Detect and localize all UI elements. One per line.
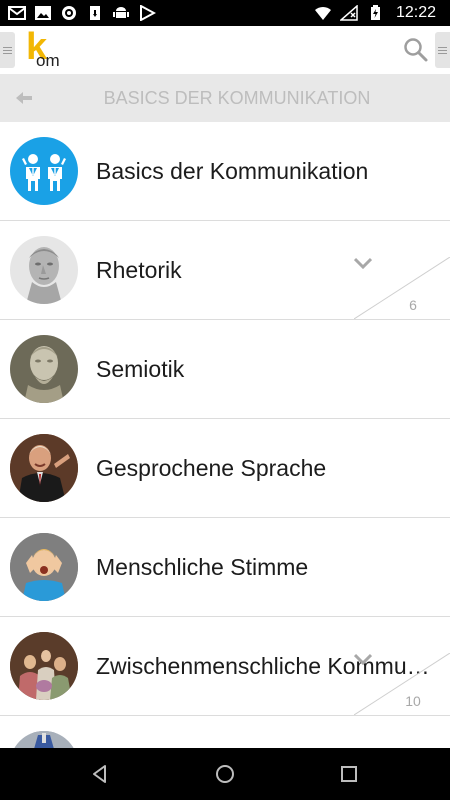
list-item[interactable]: Gesprochene Sprache xyxy=(0,419,450,518)
sub-items-expander[interactable]: 6 xyxy=(354,257,450,319)
topic-list: Basics der Kommunikation Rhetorik 6 Semi… xyxy=(0,122,450,748)
sync-icon xyxy=(62,6,76,20)
list-item-label: Menschliche Stimme xyxy=(96,554,309,580)
clock: 12:22 xyxy=(395,4,436,21)
right-drawer-handle[interactable] xyxy=(435,32,450,68)
section-header: BASICS DER KOMMUNIKATION xyxy=(0,74,450,122)
list-item[interactable]: Menschliche Stimme xyxy=(0,518,450,617)
notification-icons xyxy=(8,0,156,26)
menu-lines-icon xyxy=(438,47,447,54)
status-bar: 12:22 xyxy=(0,0,450,26)
list-item-label: Semiotik xyxy=(96,356,185,382)
communication-people-icon xyxy=(10,137,78,205)
list-item-label: Basics der Kommunikation xyxy=(96,158,369,184)
list-item[interactable] xyxy=(0,716,450,748)
sub-item-count: 10 xyxy=(405,693,421,709)
system-icons: 12:22 xyxy=(314,0,436,26)
list-item[interactable]: Basics der Kommunikation xyxy=(0,122,450,221)
no-signal-icon xyxy=(339,5,358,21)
painting-image xyxy=(10,632,78,700)
gmail-icon xyxy=(8,6,26,20)
wifi-icon xyxy=(314,6,331,20)
sub-items-expander[interactable]: 10 xyxy=(354,653,450,715)
android-icon xyxy=(113,7,129,18)
left-drawer-handle[interactable] xyxy=(0,32,15,68)
play-store-icon xyxy=(140,5,156,21)
app-logo: k om xyxy=(26,28,66,70)
list-item[interactable]: Rhetorik 6 xyxy=(0,221,450,320)
sub-item-count: 6 xyxy=(409,297,417,313)
recents-square-icon[interactable] xyxy=(337,762,361,786)
chevron-down-icon xyxy=(354,653,372,665)
search-icon[interactable] xyxy=(402,36,430,64)
sd-card-icon xyxy=(90,6,100,20)
menu-lines-icon xyxy=(3,47,12,54)
list-item[interactable]: Semiotik xyxy=(0,320,450,419)
home-circle-icon[interactable] xyxy=(213,762,237,786)
back-triangle-icon[interactable] xyxy=(88,762,112,786)
chevron-down-icon xyxy=(354,257,372,269)
list-item-label: Gesprochene Sprache xyxy=(96,455,327,481)
partial-avatar-image xyxy=(10,731,78,748)
greek-bust-image xyxy=(10,335,78,403)
list-item[interactable]: Zwischenmenschliche Kommunikation 10 xyxy=(0,617,450,716)
section-title: BASICS DER KOMMUNIKATION xyxy=(103,88,371,108)
roman-bust-image xyxy=(10,236,78,304)
app-bar: k om xyxy=(0,26,450,74)
battery-charging-icon xyxy=(370,5,380,20)
logo-letters-om: om xyxy=(36,51,60,70)
child-photo xyxy=(10,533,78,601)
image-icon xyxy=(35,6,51,20)
system-navigation-bar xyxy=(0,748,450,800)
speaker-photo xyxy=(10,434,78,502)
